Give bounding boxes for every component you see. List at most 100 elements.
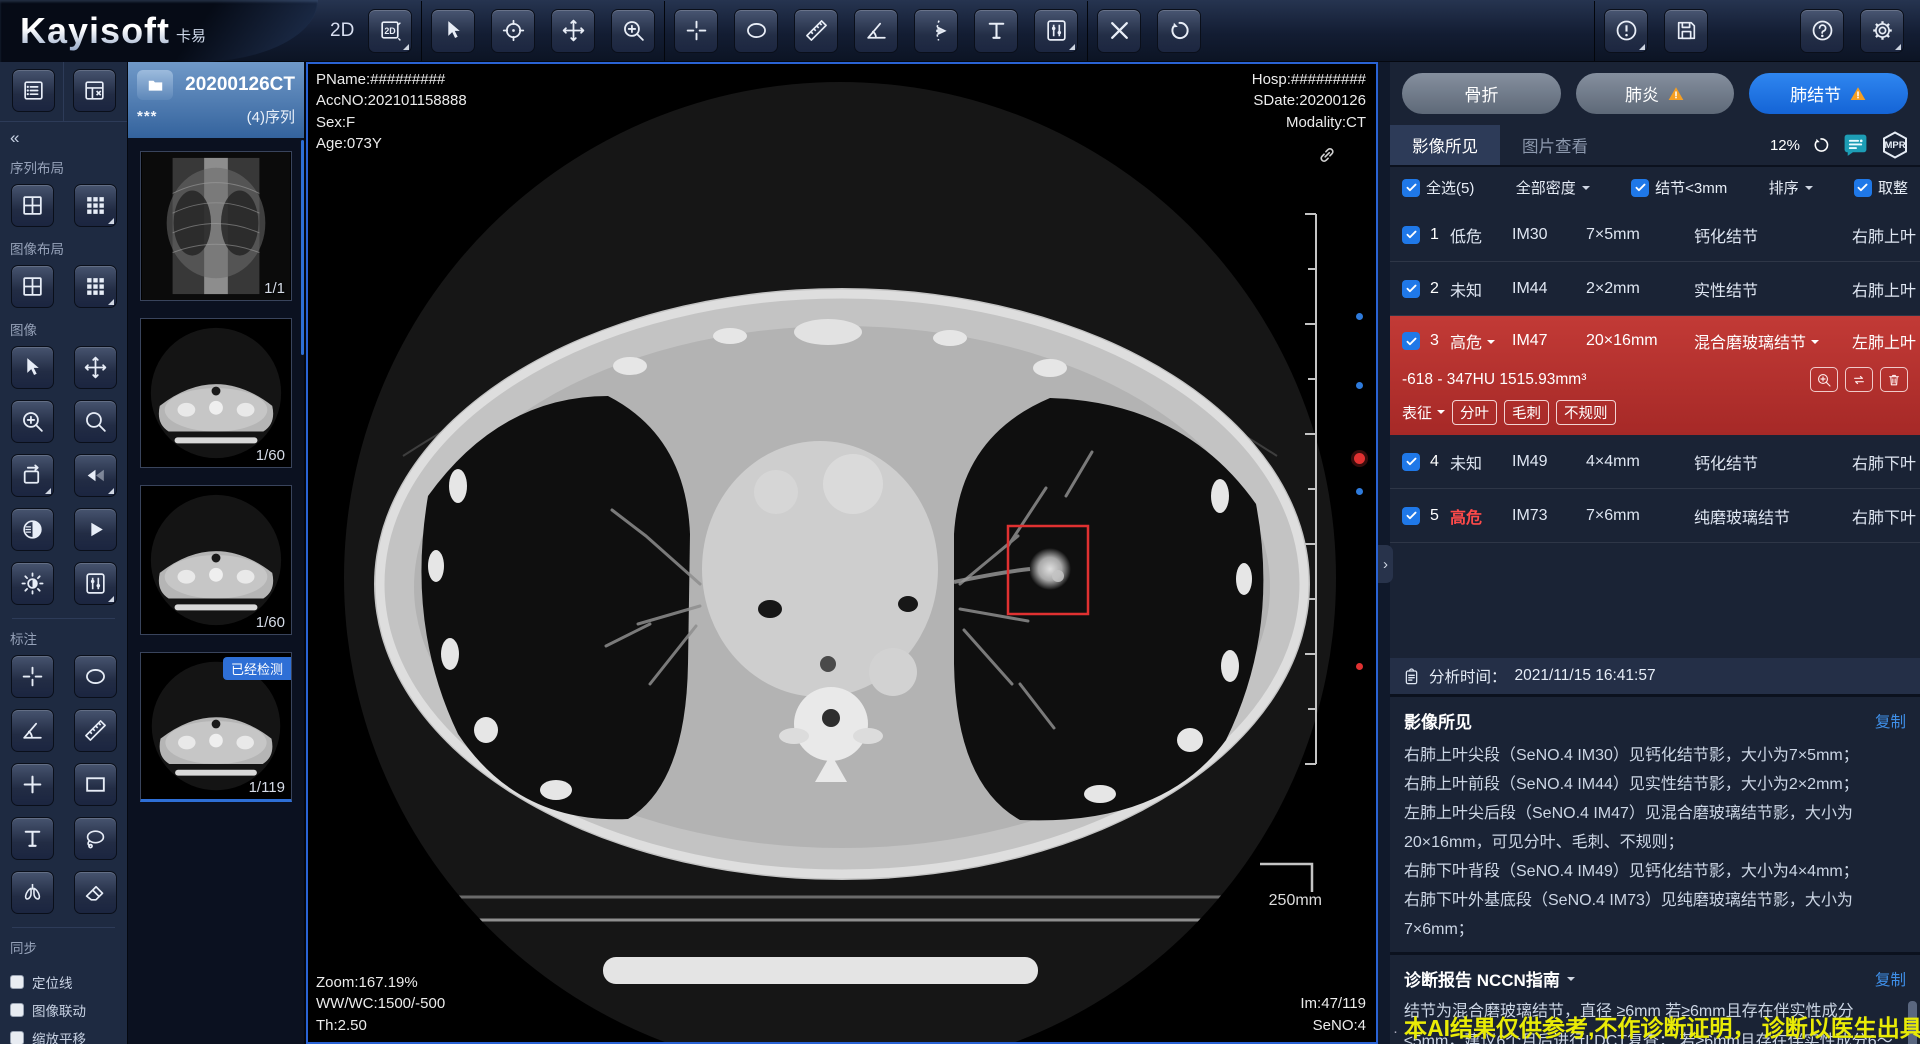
feature-dropdown[interactable]: 表征 bbox=[1402, 402, 1445, 423]
lasso-icon[interactable] bbox=[74, 817, 117, 860]
checkbox-unchecked[interactable] bbox=[10, 1003, 24, 1017]
text-icon[interactable] bbox=[974, 9, 1018, 53]
copy-findings-link[interactable]: 复制 bbox=[1875, 710, 1906, 732]
reset-icon[interactable] bbox=[1157, 9, 1201, 53]
series-thumbnail[interactable]: 1/60 bbox=[140, 485, 292, 635]
series-thumbnail[interactable]: 已经检测 1/119 bbox=[140, 652, 292, 802]
angle-icon[interactable] bbox=[11, 709, 54, 752]
flip-icon[interactable] bbox=[74, 454, 117, 497]
window-level-icon[interactable] bbox=[74, 562, 117, 605]
save-icon[interactable] bbox=[1664, 9, 1708, 53]
pan-icon[interactable] bbox=[74, 346, 117, 389]
plus-icon[interactable] bbox=[11, 763, 54, 806]
copy-report-link[interactable]: 复制 bbox=[1875, 968, 1906, 990]
rectangle-icon[interactable] bbox=[74, 763, 117, 806]
mode-2d-button[interactable]: 2D bbox=[368, 9, 412, 53]
collapse-sidebar-button[interactable]: « bbox=[0, 122, 127, 150]
nodule-marker-dot[interactable] bbox=[1356, 488, 1363, 495]
checkbox-unchecked[interactable] bbox=[10, 1031, 24, 1044]
ellipse-icon[interactable] bbox=[734, 9, 778, 53]
help-icon[interactable] bbox=[1800, 9, 1844, 53]
settings-icon[interactable] bbox=[1860, 9, 1904, 53]
rotate-icon[interactable] bbox=[11, 454, 54, 497]
checkbox-checked[interactable] bbox=[1402, 226, 1420, 244]
alert-icon[interactable] bbox=[1604, 9, 1648, 53]
cine-play-icon[interactable] bbox=[74, 508, 117, 551]
tab-findings[interactable]: 影像所见 bbox=[1390, 125, 1500, 165]
checkbox-checked[interactable] bbox=[1402, 453, 1420, 471]
mode-lung-nodule-button[interactable]: 肺结节 bbox=[1749, 73, 1908, 114]
feature-tag[interactable]: 不规则 bbox=[1556, 400, 1616, 425]
zoom-to-nodule-button[interactable] bbox=[1810, 367, 1838, 392]
folder-icon[interactable] bbox=[137, 70, 173, 100]
thumbnail-scrollbar[interactable] bbox=[301, 140, 304, 355]
feature-tag[interactable]: 毛刺 bbox=[1504, 400, 1549, 425]
checkbox-checked[interactable] bbox=[1402, 179, 1420, 197]
mpr-button[interactable]: MPR bbox=[1880, 130, 1910, 160]
magnifier-icon[interactable] bbox=[74, 400, 117, 443]
compare-follow-up-button[interactable] bbox=[1845, 367, 1873, 392]
nodule-row[interactable]: 2 未知 IM44 2×2mm 实性结节 右肺上叶 bbox=[1390, 262, 1920, 316]
image-grid-2x2-icon[interactable] bbox=[11, 265, 54, 308]
cursor-icon[interactable] bbox=[11, 346, 54, 389]
window-level-icon[interactable] bbox=[1034, 9, 1078, 53]
sync-checkbox[interactable]: 缩放平移 bbox=[10, 1028, 117, 1044]
series-thumbnail[interactable]: 1/1 bbox=[140, 151, 292, 301]
ellipse-icon[interactable] bbox=[74, 655, 117, 698]
sync-checkbox[interactable]: 图像联动 bbox=[10, 1000, 117, 1020]
delete-nodule-button[interactable] bbox=[1880, 367, 1908, 392]
density-filter-dropdown[interactable]: 全部密度 bbox=[1516, 177, 1590, 198]
invert-icon[interactable] bbox=[11, 508, 54, 551]
link-series-icon[interactable] bbox=[1316, 144, 1338, 166]
small-nodule-checkbox[interactable]: 结节<3mm bbox=[1631, 177, 1727, 198]
brightness-icon[interactable] bbox=[11, 562, 54, 605]
nodule-row-selected[interactable]: 3 高危 IM47 20×16mm 混合磨玻璃结节 左肺上叶 -618 - 34… bbox=[1390, 316, 1920, 435]
report-bubble-icon[interactable] bbox=[1842, 132, 1869, 159]
crosshair-icon[interactable] bbox=[674, 9, 718, 53]
text-icon[interactable] bbox=[11, 817, 54, 860]
checkbox-checked[interactable] bbox=[1631, 179, 1649, 197]
cobb-angle-icon[interactable] bbox=[914, 9, 958, 53]
cursor-icon[interactable] bbox=[431, 9, 475, 53]
checkbox-checked[interactable] bbox=[1402, 507, 1420, 525]
location-dropdown[interactable]: 左肺上叶 bbox=[1852, 329, 1920, 353]
series-list-button[interactable] bbox=[12, 69, 55, 112]
checkbox-checked[interactable] bbox=[1854, 179, 1872, 197]
checkbox-checked[interactable] bbox=[1402, 280, 1420, 298]
series-grid-3x3-icon[interactable] bbox=[74, 184, 117, 227]
chevron-down-icon[interactable] bbox=[1567, 977, 1575, 985]
mode-pneumonia-button[interactable]: 肺炎 bbox=[1576, 73, 1735, 114]
series-grid-2x2-icon[interactable] bbox=[11, 184, 54, 227]
feature-tag[interactable]: 分叶 bbox=[1452, 400, 1497, 425]
checkbox-checked[interactable] bbox=[1402, 332, 1420, 350]
nodule-marker-dot[interactable] bbox=[1356, 382, 1363, 389]
tab-image-view[interactable]: 图片查看 bbox=[1500, 125, 1610, 165]
image-grid-3x3-icon[interactable] bbox=[74, 265, 117, 308]
study-header[interactable]: 20200126CT *** (4)序列 bbox=[128, 62, 304, 138]
series-thumbnail[interactable]: 1/60 bbox=[140, 318, 292, 468]
ruler-icon[interactable] bbox=[74, 709, 117, 752]
lung-segment-icon[interactable] bbox=[11, 871, 54, 914]
crosshair-icon[interactable] bbox=[11, 655, 54, 698]
nodule-row[interactable]: 1 低危 IM30 7×5mm 钙化结节 右肺上叶 bbox=[1390, 208, 1920, 262]
sort-dropdown[interactable]: 排序 bbox=[1769, 177, 1813, 198]
panel-expand-handle[interactable]: › bbox=[1378, 545, 1393, 583]
nodule-marker-dot[interactable] bbox=[1356, 313, 1363, 320]
nodule-marker-dot[interactable] bbox=[1356, 663, 1363, 670]
close-layout-button[interactable] bbox=[73, 69, 116, 112]
current-nodule-marker-dot[interactable] bbox=[1356, 455, 1363, 462]
checkbox-unchecked[interactable] bbox=[10, 975, 24, 989]
nodule-row[interactable]: 5 高危 IM73 7×6mm 纯磨玻璃结节 右肺下叶 bbox=[1390, 489, 1920, 543]
zoom-in-icon[interactable] bbox=[11, 400, 54, 443]
sync-checkbox[interactable]: 定位线 bbox=[10, 972, 117, 992]
round-checkbox[interactable]: 取整 bbox=[1854, 177, 1908, 198]
localizer-icon[interactable] bbox=[491, 9, 535, 53]
eraser-icon[interactable] bbox=[74, 871, 117, 914]
ct-viewport[interactable]: PName:#########AccNO:202101158888Sex:FAg… bbox=[306, 62, 1378, 1044]
nodule-row[interactable]: 4 未知 IM49 4×4mm 钙化结节 右肺下叶 bbox=[1390, 435, 1920, 489]
risk-dropdown[interactable]: 高危 bbox=[1450, 329, 1512, 353]
zoom-in-icon[interactable] bbox=[611, 9, 655, 53]
delete-annotation-icon[interactable] bbox=[1097, 9, 1141, 53]
ruler-icon[interactable] bbox=[794, 9, 838, 53]
select-all-checkbox[interactable]: 全选(5) bbox=[1402, 177, 1474, 198]
